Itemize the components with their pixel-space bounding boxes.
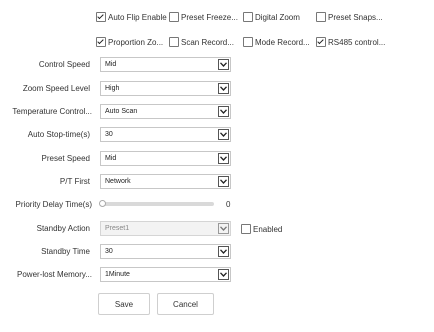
chevron-down-icon[interactable] [218,106,229,117]
control-speed-select[interactable]: Mid [100,57,231,72]
select-value: Auto Scan [105,108,138,115]
checkbox-box[interactable] [169,37,179,47]
pt-first-select[interactable]: Network [100,174,231,189]
checkbox-label: Mode Record... [255,37,310,47]
chevron-down-icon[interactable] [218,153,229,164]
priority-delay-value: 0 [226,200,231,209]
select-value: Network [105,178,131,185]
checkbox-label: Preset Freeze... [181,12,238,22]
select-value: 30 [105,131,113,138]
checkbox-label: Digital Zoom [255,12,300,22]
standby-time-label: Standby Time [41,247,90,256]
temperature-control-label: Temperature Control... [12,107,92,116]
digital-zoom-checkbox[interactable]: Digital Zoom [243,12,316,22]
checkbox-box[interactable] [96,37,106,47]
checkbox-row-1: Auto Flip Enable Preset Freeze... Digita… [96,10,383,24]
preset-freeze-checkbox[interactable]: Preset Freeze... [169,12,243,22]
checkbox-box[interactable] [243,37,253,47]
checkbox-box[interactable] [96,12,106,22]
checkbox-box[interactable] [316,37,326,47]
chevron-down-icon[interactable] [218,83,229,94]
slider-handle[interactable] [99,200,106,207]
pt-first-label: P/T First [59,177,90,186]
checkbox-box[interactable] [243,12,253,22]
chevron-down-icon[interactable] [218,59,229,70]
temperature-control-select[interactable]: Auto Scan [100,104,231,119]
select-value: Preset1 [105,225,130,232]
power-lost-memory-label: Power-lost Memory... [17,270,92,279]
zoom-speed-level-label: Zoom Speed Level [22,84,90,93]
standby-time-select[interactable]: 30 [100,244,231,259]
checkbox-box[interactable] [316,12,326,22]
chevron-down-icon[interactable] [218,129,229,140]
scan-record-checkbox[interactable]: Scan Record... [169,37,243,47]
cancel-button[interactable]: Cancel [157,293,214,315]
checkbox-box[interactable] [169,12,179,22]
preset-speed-select[interactable]: Mid [100,151,231,166]
checkbox-label: Auto Flip Enable [108,12,167,22]
chevron-down-icon[interactable] [218,246,229,257]
select-value: High [105,85,120,92]
standby-action-select[interactable]: Preset1 [100,221,231,236]
zoom-speed-level-select[interactable]: High [100,81,231,96]
auto-flip-enable-checkbox[interactable]: Auto Flip Enable [96,12,169,22]
checkbox-label: Preset Snaps... [328,12,383,22]
proportion-zoom-checkbox[interactable]: Proportion Zo... [96,37,169,47]
control-speed-label: Control Speed [38,60,90,69]
chevron-down-icon[interactable] [218,269,229,280]
save-button[interactable]: Save [98,293,150,315]
priority-delay-slider[interactable] [101,202,214,206]
auto-stop-time-select[interactable]: 30 [100,127,231,142]
preset-snapshot-checkbox[interactable]: Preset Snaps... [316,12,383,22]
select-value: 30 [105,248,113,255]
auto-stop-time-label: Auto Stop-time(s) [27,130,90,139]
checkbox-box[interactable] [241,224,251,234]
standby-enabled-checkbox[interactable]: Enabled [241,224,282,234]
standby-action-label: Standby Action [36,224,90,233]
checkbox-row-2: Proportion Zo... Scan Record... Mode Rec… [96,35,385,49]
mode-record-checkbox[interactable]: Mode Record... [243,37,316,47]
checkbox-label: Enabled [253,224,283,234]
preset-speed-label: Preset Speed [41,154,90,163]
select-value: Mid [105,155,117,162]
power-lost-memory-select[interactable]: 1Minute [100,267,231,282]
rs485-control-checkbox[interactable]: RS485 control... [316,37,385,47]
chevron-down-icon[interactable] [218,176,229,187]
chevron-down-icon[interactable] [218,223,229,234]
checkbox-label: RS485 control... [328,37,386,47]
checkbox-label: Scan Record... [181,37,234,47]
checkbox-label: Proportion Zo... [108,37,164,47]
select-value: Mid [105,61,117,68]
priority-delay-time-label: Priority Delay Time(s) [15,200,92,209]
select-value: 1Minute [105,271,130,278]
